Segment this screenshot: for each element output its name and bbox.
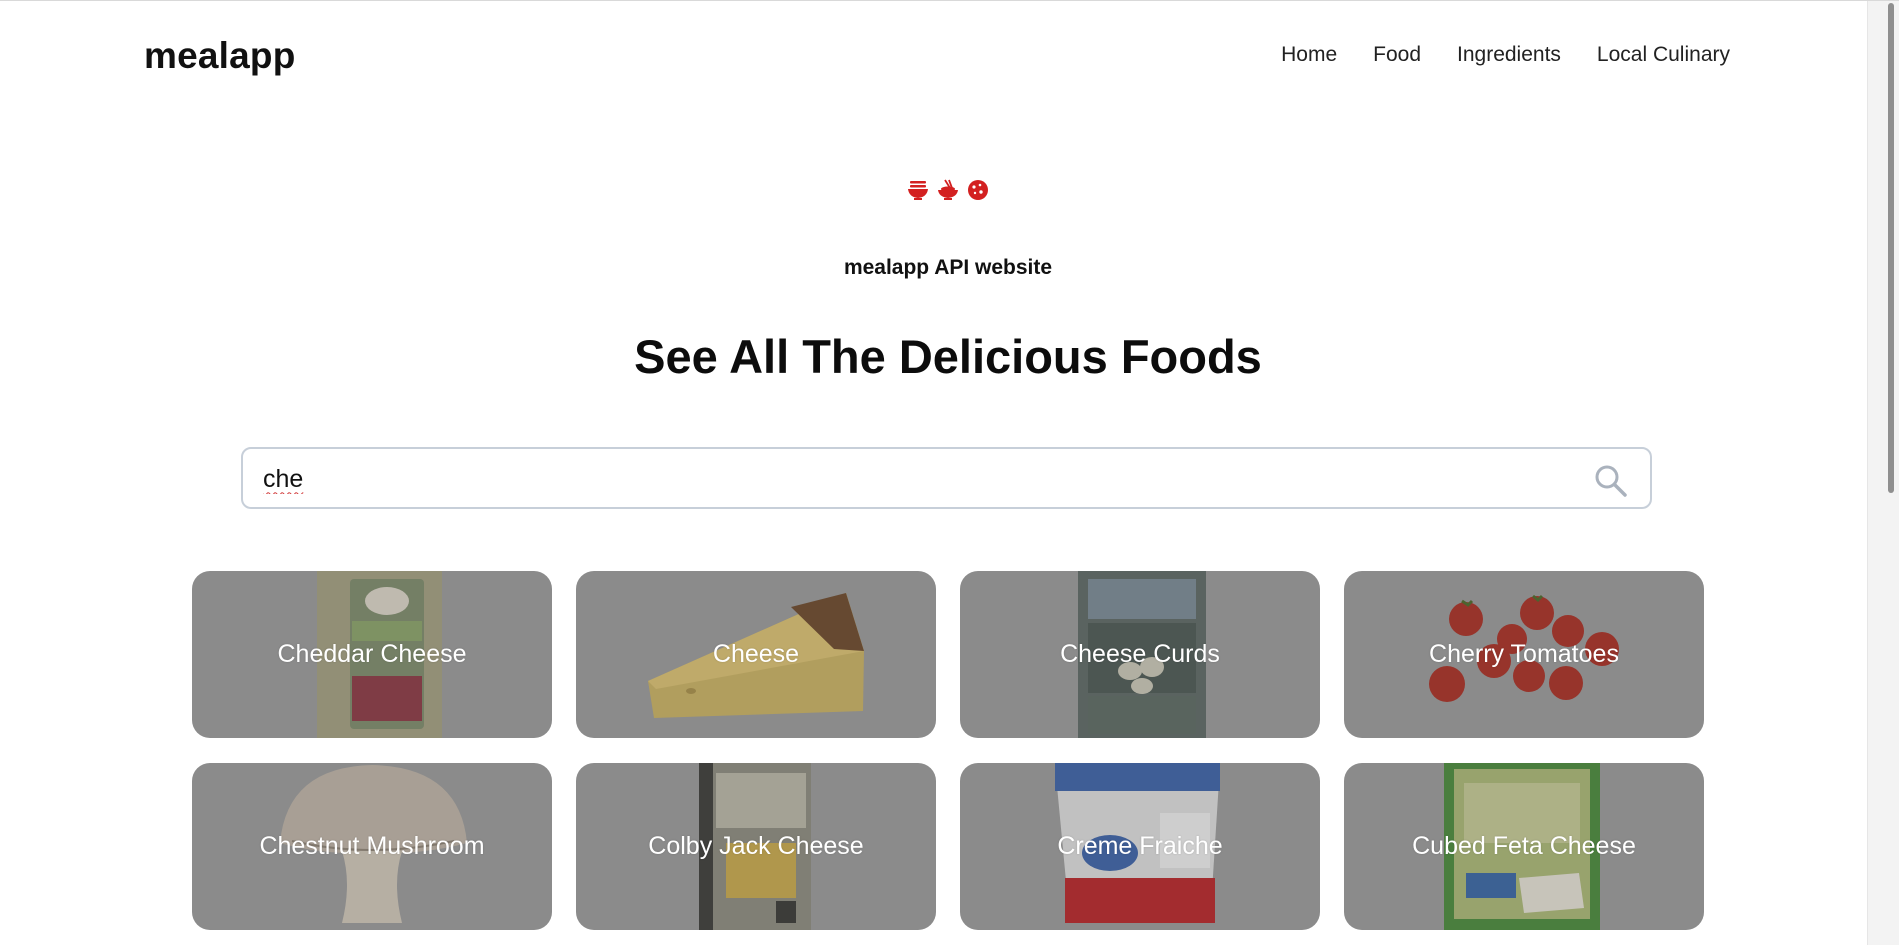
nav-link-ingredients[interactable]: Ingredients [1457, 43, 1561, 67]
cookie-icon [967, 179, 989, 201]
hero-icons [0, 179, 1896, 201]
food-card-label: Colby Jack Cheese [648, 832, 864, 860]
food-card-colby-jack-cheese[interactable]: Colby Jack Cheese [576, 763, 936, 930]
nav-link-food[interactable]: Food [1373, 43, 1421, 67]
food-card-cubed-feta-cheese[interactable]: Cubed Feta Cheese [1344, 763, 1704, 930]
food-card-creme-fraiche[interactable]: Creme Fraiche [960, 763, 1320, 930]
search-input[interactable] [261, 459, 1565, 499]
navbar: mealapp Home Food Ingredients Local Culi… [0, 1, 1868, 111]
scrollbar-thumb[interactable] [1888, 3, 1894, 493]
noodle-bowl-icon [907, 179, 929, 201]
food-card-cherry-tomatoes[interactable]: Cherry Tomatoes [1344, 571, 1704, 738]
brand-logo[interactable]: mealapp [144, 35, 296, 77]
page: mealapp Home Food Ingredients Local Culi… [0, 0, 1899, 945]
food-card-cheddar-cheese[interactable]: Cheddar Cheese [192, 571, 552, 738]
food-card-label: Cubed Feta Cheese [1412, 832, 1636, 860]
food-card-label: Cherry Tomatoes [1429, 640, 1619, 668]
nav-links: Home Food Ingredients Local Culinary [1281, 43, 1730, 67]
food-card-label: Cheese Curds [1060, 640, 1220, 668]
food-card-cheese-curds[interactable]: Cheese Curds [960, 571, 1320, 738]
food-card-label: Creme Fraiche [1057, 832, 1223, 860]
food-grid: Cheddar Cheese Cheese Cheese Curds Cherr… [192, 571, 1704, 930]
tagline: mealapp API website [843, 256, 1053, 279]
food-card-chestnut-mushroom[interactable]: Chestnut Mushroom [192, 763, 552, 930]
page-title: See All The Delicious Foods [634, 330, 1262, 383]
page-scrollbar[interactable] [1867, 1, 1899, 945]
nav-link-home[interactable]: Home [1281, 43, 1337, 67]
food-card-cheese[interactable]: Cheese [576, 571, 936, 738]
food-card-label: Cheddar Cheese [277, 640, 467, 668]
search-box [241, 447, 1652, 509]
food-card-label: Chestnut Mushroom [259, 832, 485, 860]
search-icon[interactable] [1592, 462, 1628, 503]
food-card-label: Cheese [712, 640, 800, 668]
nav-link-local-culinary[interactable]: Local Culinary [1597, 43, 1730, 67]
rice-bowl-icon [937, 179, 959, 201]
